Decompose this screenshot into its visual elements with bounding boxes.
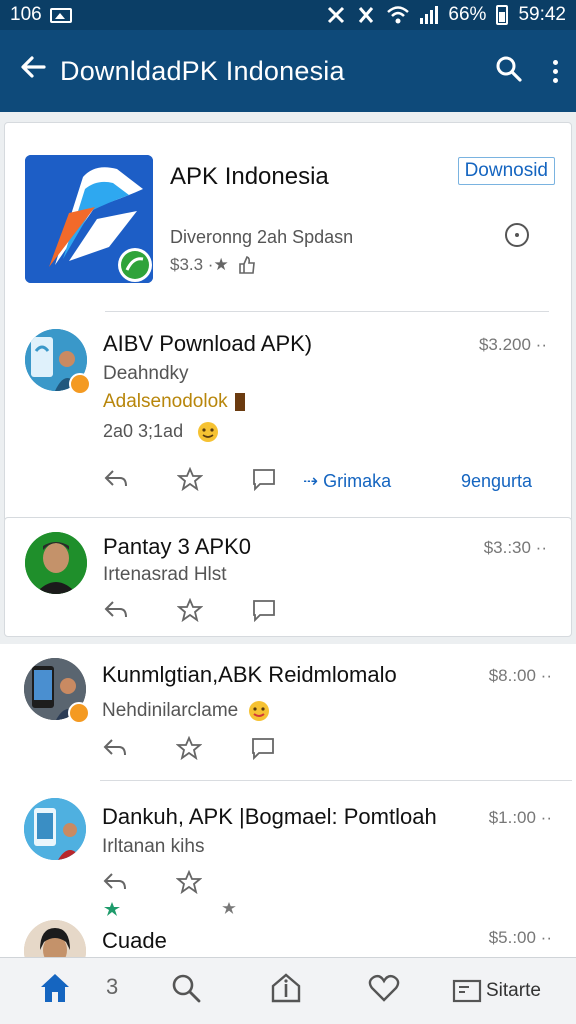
comment-icon[interactable] — [250, 736, 276, 760]
emoji-icon — [249, 701, 269, 721]
share-icon[interactable] — [103, 467, 129, 491]
more-link[interactable]: 9engurta — [461, 471, 532, 492]
post-highlight: Adalsenodolok — [103, 391, 228, 412]
nav-number[interactable]: 3 — [106, 974, 118, 1000]
more-vert-icon[interactable] — [553, 59, 558, 83]
post-item: Kunmlgtian,ABK Reidmlomalo $8.:00 ·· Neh… — [0, 644, 576, 784]
wifi-icon — [387, 6, 410, 24]
star-icon[interactable] — [177, 598, 203, 622]
status-clock: 59:42 — [518, 4, 566, 25]
post-actions — [102, 736, 324, 760]
avatar[interactable] — [24, 920, 86, 957]
app-bar: DownldadPK Indonesia — [0, 30, 576, 112]
post-line: Nehdinilarclame — [102, 700, 239, 721]
bottom-navigation: 3 Sitarte — [0, 957, 576, 1024]
comment-icon[interactable] — [251, 467, 277, 491]
post-title: Pantay 3 APK0 — [103, 534, 251, 559]
download-button[interactable]: Downosid — [457, 157, 555, 185]
comment-icon[interactable] — [251, 598, 277, 622]
avatar[interactable] — [25, 532, 87, 594]
app-subtitle: Diveronng 2ah Spdasn — [170, 227, 354, 247]
post-item: Dankuh, APK |Bogmael: Pomtloah $1.:00 ··… — [0, 784, 576, 902]
share-link[interactable]: ⇢ Grimaka — [303, 471, 391, 492]
signal-icon — [420, 6, 439, 24]
status-time: 106 — [10, 4, 42, 25]
app-header: APK Indonesia Downosid Diveronng 2ah Spd… — [25, 145, 555, 283]
thumbs-up-icon[interactable] — [237, 255, 257, 275]
star-icon[interactable] — [176, 736, 202, 760]
post-price: $8.:00 ·· — [488, 666, 552, 685]
post-price: $3.:30 ·· — [483, 538, 547, 557]
verified-badge-icon — [68, 702, 90, 724]
post-title: Cuade — [102, 928, 167, 953]
verified-badge-icon — [69, 373, 91, 395]
post-title: Kunmlgtian,ABK Reidmlomalo — [102, 662, 397, 687]
post-title: Dankuh, APK |Bogmael: Pomtloah — [102, 804, 437, 829]
star-icon[interactable] — [177, 467, 203, 491]
apk-logo-icon — [25, 155, 153, 283]
share-icon[interactable] — [103, 598, 129, 622]
vibrate-icon — [359, 7, 374, 23]
post-card: Pantay 3 APK0 $3.:30 ·· Irtenasrad Hlst — [4, 517, 572, 637]
post-title: AIBV Pownload APK) — [103, 331, 313, 356]
smile-emoji-icon — [198, 422, 218, 442]
card-icon[interactable] — [452, 978, 482, 1009]
post-line: Irtenasrad Hlst — [103, 564, 227, 585]
post-price: $5.:00 ·· — [488, 928, 552, 947]
mute-icon — [328, 6, 345, 24]
page-title: DownldadPK Indonesia — [60, 55, 345, 86]
post-price: $1.:00 ·· — [488, 808, 552, 827]
post-item: Cuade $5.:00 ·· — [0, 902, 576, 957]
post-line: Irltanan kihs — [102, 836, 205, 857]
back-arrow-icon[interactable] — [18, 52, 54, 90]
post-meta: 2a0 3;1ad — [103, 421, 184, 441]
avatar-image — [25, 532, 87, 594]
post-actions — [103, 598, 325, 622]
app-name: APK Indonesia — [170, 163, 329, 190]
info-icon[interactable] — [505, 223, 529, 247]
image-notification-icon — [49, 7, 72, 23]
heart-icon[interactable] — [368, 972, 400, 1009]
divider — [100, 780, 572, 781]
store-icon[interactable] — [270, 972, 302, 1009]
divider — [105, 311, 549, 312]
status-bar: 106 66% 59:42 — [0, 0, 576, 30]
post-line: Deahndky — [103, 363, 189, 384]
nav-label[interactable]: Sitarte — [486, 980, 541, 1002]
share-icon[interactable] — [102, 736, 128, 760]
avatar-image — [24, 798, 86, 860]
app-logo[interactable] — [25, 155, 153, 283]
battery-icon — [496, 5, 509, 25]
search-nav-icon[interactable] — [170, 972, 202, 1009]
post-price: $3.200 ·· — [478, 335, 547, 354]
star-icon[interactable] — [176, 870, 202, 894]
app-meta: $3.3 ·★ — [170, 255, 257, 275]
battery-percent: 66% — [448, 4, 487, 25]
avatar-image — [24, 920, 86, 957]
share-icon[interactable] — [102, 870, 128, 894]
app-price: $3.3 ·★ — [170, 255, 229, 274]
bookmark-icon — [235, 393, 245, 411]
home-icon[interactable] — [38, 972, 72, 1009]
avatar[interactable] — [24, 798, 86, 860]
search-icon[interactable] — [495, 55, 523, 88]
feed: APK Indonesia Downosid Diveronng 2ah Spd… — [0, 112, 576, 957]
small-star-icon — [222, 902, 236, 914]
green-star-icon — [104, 902, 120, 916]
post-actions — [102, 870, 250, 894]
post-actions — [103, 467, 325, 491]
app-card: APK Indonesia Downosid Diveronng 2ah Spd… — [4, 122, 572, 522]
